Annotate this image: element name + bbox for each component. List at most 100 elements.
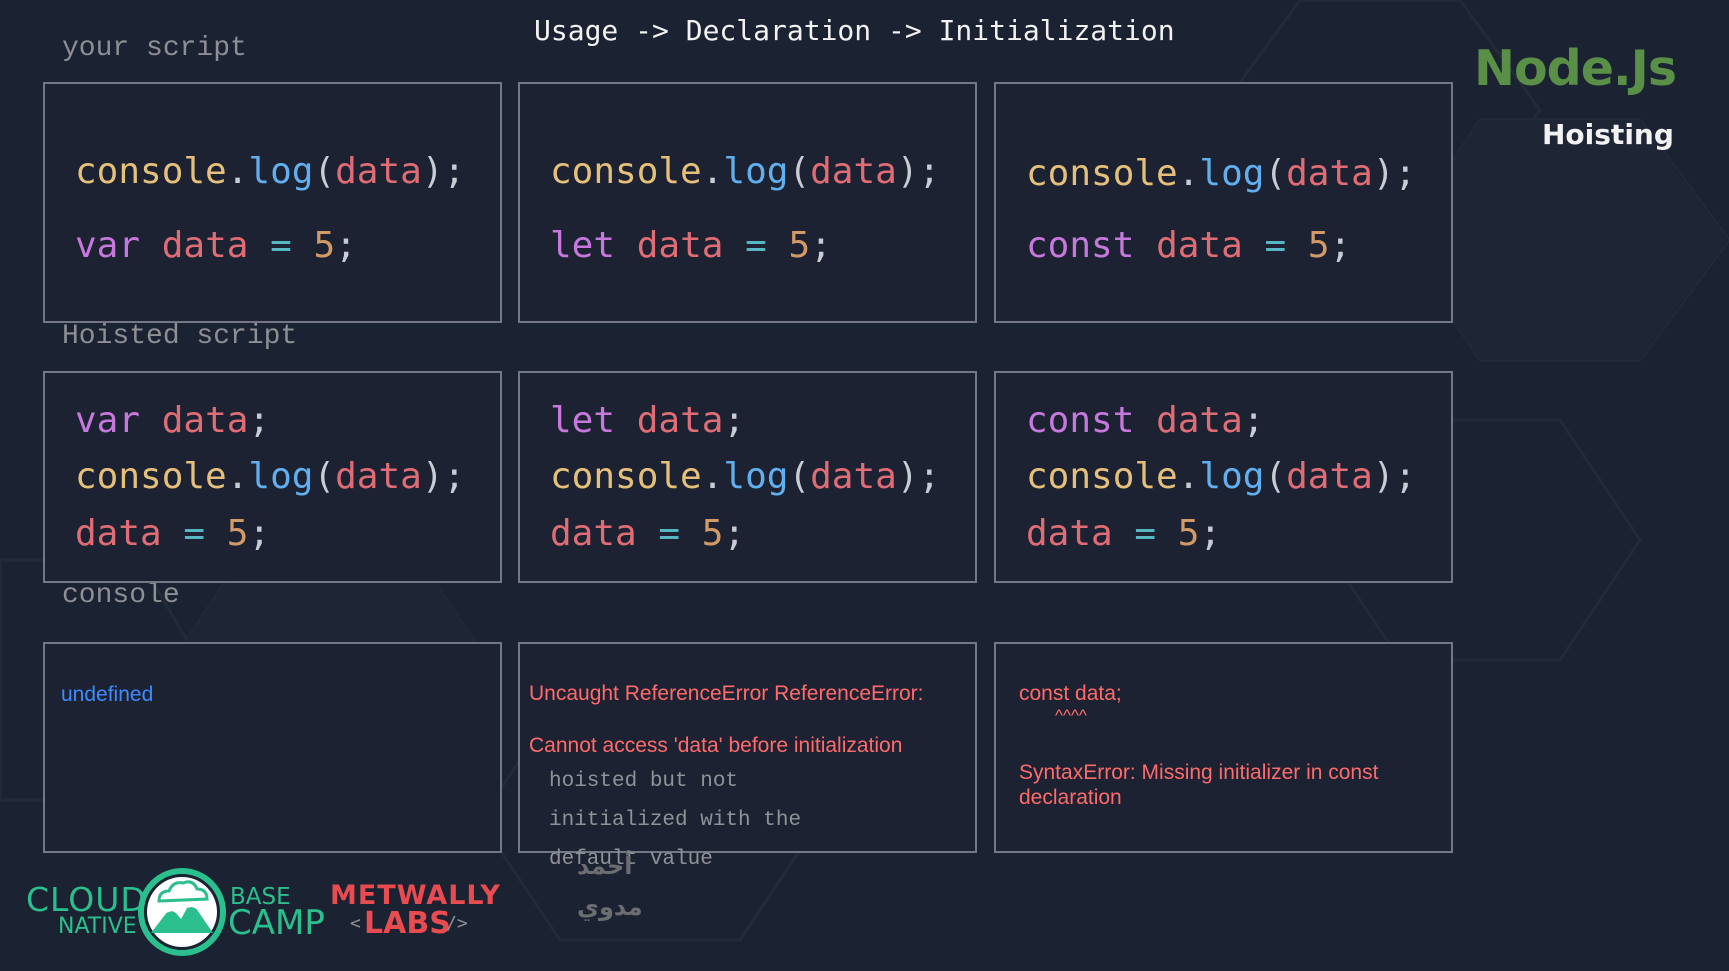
code-token: ) xyxy=(1372,456,1395,497)
code-token: console xyxy=(550,456,702,497)
code-line: console.log(data); xyxy=(550,459,940,495)
code-box-var-script: console.log(data); var data = 5; xyxy=(43,82,502,323)
mountain-cloud-icon xyxy=(138,868,226,956)
console-error-message: Cannot access 'data' before initializati… xyxy=(529,734,903,757)
code-line: console.log(data); xyxy=(75,154,465,190)
code-token: log xyxy=(723,456,789,497)
code-token: console xyxy=(1026,153,1178,194)
code-token: console xyxy=(1026,456,1178,497)
code-token: ( xyxy=(788,456,811,497)
code-token: ; xyxy=(248,400,271,441)
code-token: log xyxy=(1199,456,1265,497)
section-label-your-script: your script xyxy=(62,33,247,64)
code-token: let xyxy=(550,400,616,441)
code-token: data xyxy=(161,400,249,441)
code-token: ) xyxy=(896,151,919,192)
logo-labs-text: LABS xyxy=(364,906,451,941)
code-token: ; xyxy=(723,400,746,441)
logo-bracket-close: /> xyxy=(446,913,468,934)
code-token: . xyxy=(226,456,249,497)
console-box-const: const data; ^^^^ SyntaxError: Missing in… xyxy=(994,642,1453,853)
code-line: const data; xyxy=(1026,403,1264,439)
code-token: = xyxy=(270,225,292,266)
code-token: let xyxy=(550,225,616,266)
code-token: ( xyxy=(313,456,336,497)
code-token: ( xyxy=(313,151,336,192)
code-token: log xyxy=(1199,153,1265,194)
code-token: data xyxy=(810,151,897,192)
code-token: ; xyxy=(723,513,746,554)
code-token: log xyxy=(723,151,789,192)
code-token: console xyxy=(75,456,227,497)
code-token: data xyxy=(335,151,422,192)
code-line: data = 5; xyxy=(75,516,270,552)
code-token: ; xyxy=(918,456,941,497)
code-line: data = 5; xyxy=(1026,516,1221,552)
code-token: data xyxy=(1286,456,1373,497)
code-line: console.log(data); xyxy=(550,154,940,190)
code-token: = xyxy=(183,513,206,554)
brand-title: Node.Js xyxy=(1474,40,1677,97)
code-token: 5 xyxy=(313,225,336,266)
code-token: log xyxy=(248,151,314,192)
code-token: const xyxy=(1026,225,1135,266)
code-token: 5 xyxy=(701,513,724,554)
code-token: data xyxy=(636,225,724,266)
code-line: console.log(data); xyxy=(1026,459,1416,495)
topic-subtitle: Hoisting xyxy=(1542,118,1674,151)
signature-text: أحمد xyxy=(577,852,633,880)
code-token: ) xyxy=(421,151,444,192)
code-token: data xyxy=(1026,513,1113,554)
code-token: = xyxy=(1264,225,1287,266)
code-line: data = 5; xyxy=(550,516,745,552)
code-box-const-hoisted: const data; console.log(data); data = 5; xyxy=(994,371,1453,583)
code-token: ( xyxy=(788,151,811,192)
console-code-echo: const data; xyxy=(1019,682,1122,705)
code-token: 5 xyxy=(1177,513,1200,554)
code-token: const xyxy=(1026,400,1135,441)
code-token: ) xyxy=(421,456,444,497)
code-token: data xyxy=(550,513,637,554)
code-token: ; xyxy=(335,225,357,266)
code-token: console xyxy=(75,151,227,192)
code-token: data xyxy=(75,513,162,554)
console-box-var: undefined xyxy=(43,642,502,853)
code-token: . xyxy=(701,151,724,192)
code-token: = xyxy=(745,225,767,266)
logo-bracket-open: < xyxy=(350,913,361,934)
logo-camp-text: CAMP xyxy=(228,903,325,943)
code-token: data xyxy=(810,456,897,497)
section-label-console: console xyxy=(62,580,180,611)
console-caret-marker: ^^^^ xyxy=(1055,706,1087,725)
code-token: var xyxy=(75,400,141,441)
code-token: data xyxy=(636,400,724,441)
code-token: ; xyxy=(1199,513,1222,554)
code-token: data xyxy=(335,456,422,497)
code-token: ; xyxy=(1242,400,1265,441)
code-line: console.log(data); xyxy=(1026,156,1416,192)
code-token: ( xyxy=(1264,456,1287,497)
logo-native-text: NATIVE xyxy=(58,914,137,939)
signature-text-2: مدوي xyxy=(577,893,643,921)
code-token: console xyxy=(550,151,702,192)
code-token: ; xyxy=(1394,153,1417,194)
code-token: = xyxy=(658,513,681,554)
code-token: ; xyxy=(918,151,941,192)
code-token: data xyxy=(1156,400,1243,441)
code-line: let data; xyxy=(550,403,745,439)
code-box-let-script: console.log(data); let data = 5; xyxy=(518,82,977,323)
code-token: ; xyxy=(248,513,271,554)
code-line: var data; xyxy=(75,403,270,439)
section-label-hoisted-script: Hoisted script xyxy=(62,321,298,352)
console-output-undefined: undefined xyxy=(61,683,154,706)
code-token: ; xyxy=(443,151,466,192)
code-token: ; xyxy=(810,225,832,266)
code-token: . xyxy=(701,456,724,497)
code-line: let data = 5; xyxy=(550,228,832,264)
code-token: 5 xyxy=(1307,225,1330,266)
code-token: data xyxy=(1156,225,1243,266)
code-token: data xyxy=(161,225,249,266)
code-token: ) xyxy=(896,456,919,497)
code-token: var xyxy=(75,225,141,266)
code-box-let-hoisted: let data; console.log(data); data = 5; xyxy=(518,371,977,583)
